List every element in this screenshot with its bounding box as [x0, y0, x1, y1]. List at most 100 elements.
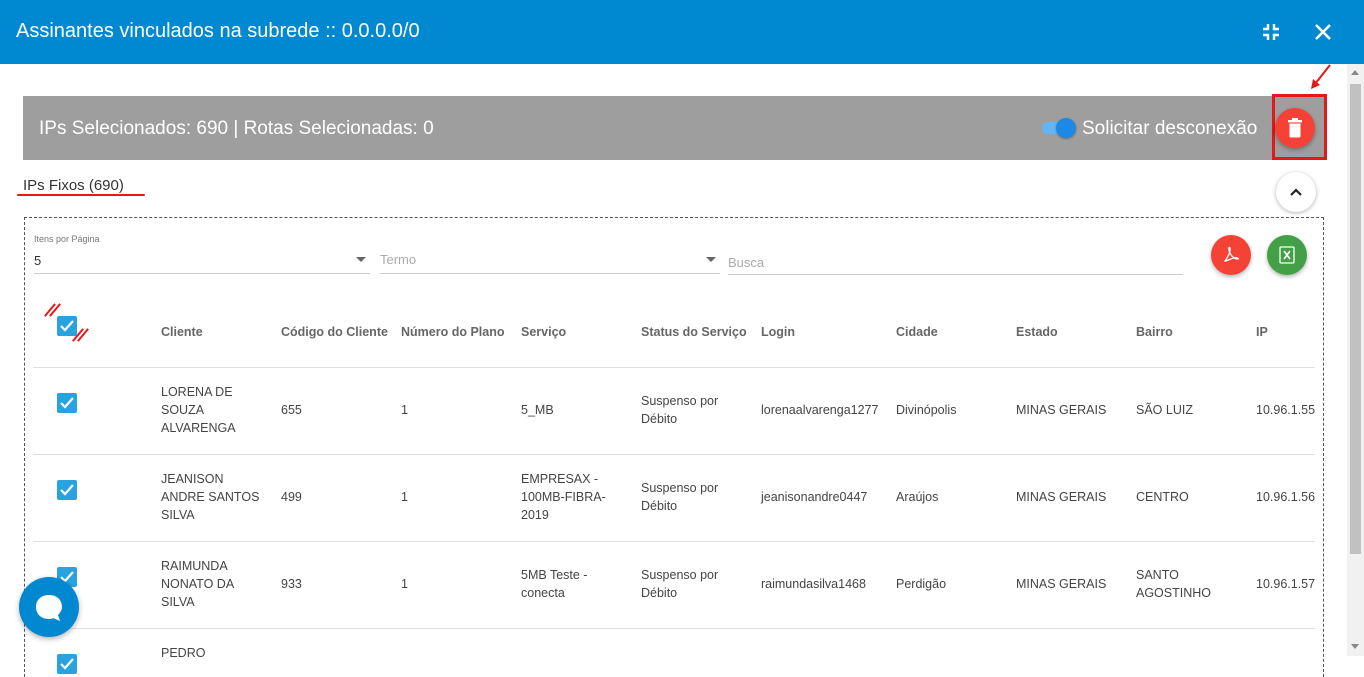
plan-number: 1: [401, 490, 408, 504]
column-header[interactable]: Estado: [1016, 325, 1058, 339]
client-name-line: ANDRE SANTOS: [161, 490, 260, 504]
selection-summary-text: IPs Selecionados: 690 | Rotas Selecionad…: [39, 118, 434, 139]
delete-button[interactable]: [1275, 108, 1315, 148]
scroll-down-icon[interactable]: [1351, 644, 1359, 649]
column-header[interactable]: Cidade: [896, 325, 938, 339]
plan-number: 1: [401, 577, 408, 591]
items-per-page-value: 5: [34, 253, 42, 268]
service-status: Suspenso por Débito: [641, 479, 718, 515]
login: jeanisonandre0447: [761, 490, 868, 504]
login: lorenaalvarenga1277: [761, 403, 879, 417]
items-per-page-select[interactable]: 5: [34, 248, 370, 274]
export-excel-button[interactable]: [1267, 235, 1307, 275]
service-status: Suspenso por Débito: [641, 392, 718, 428]
status-line: Débito: [641, 499, 678, 513]
check-icon: [60, 484, 74, 496]
close-icon: [1315, 24, 1331, 40]
row-checkbox[interactable]: [57, 480, 77, 500]
service-status: Suspenso por Débito: [641, 566, 718, 602]
service: 5_MB: [521, 403, 554, 417]
neighborhood: CENTRO: [1136, 490, 1189, 504]
column-header[interactable]: Número do Plano: [401, 325, 504, 339]
chat-button[interactable]: [19, 577, 79, 637]
dialog-header: Assinantes vinculados na subrede :: 0.0.…: [0, 0, 1364, 64]
disconnect-toggle[interactable]: [1040, 118, 1076, 138]
client-name: PEDRO: [161, 646, 206, 660]
excel-icon: [1279, 246, 1295, 264]
service-line: 100MB-FIBRA-: [521, 490, 606, 504]
status-line: Débito: [641, 586, 678, 600]
city: Perdigão: [896, 577, 947, 591]
minimize-icon: [1263, 24, 1279, 40]
city: Divinópolis: [896, 403, 957, 417]
ip-address: 10.96.1.56: [1256, 490, 1316, 504]
client-name: JEANISON ANDRE SANTOS SILVA: [161, 470, 259, 524]
ip-address: 10.96.1.57: [1256, 577, 1316, 591]
client-name-line: ALVARENGA: [161, 421, 236, 435]
collapse-button[interactable]: [1276, 172, 1316, 212]
client-code: 933: [281, 577, 302, 591]
column-header[interactable]: Bairro: [1136, 325, 1173, 339]
ip-address: 10.96.1.55: [1256, 403, 1316, 417]
minimize-button[interactable]: [1257, 18, 1285, 46]
client-name-line: SOUZA: [161, 403, 205, 417]
neighborhood-line: AGOSTINHO: [1136, 586, 1212, 600]
client-code: 655: [281, 403, 302, 417]
disconnect-toggle-label: Solicitar desconexão: [1082, 118, 1258, 139]
section-title[interactable]: IPs Fixos (690): [23, 177, 124, 194]
trash-icon: [1288, 118, 1302, 138]
column-header[interactable]: Cliente: [161, 325, 203, 339]
select-all-checkbox[interactable]: [57, 316, 77, 336]
service: 5MB Teste - conecta: [521, 566, 587, 602]
login: raimundasilva1468: [761, 577, 866, 591]
client-code: 499: [281, 490, 302, 504]
status-line: Débito: [641, 412, 678, 426]
city: Araújos: [896, 490, 939, 504]
toggle-knob: [1056, 118, 1076, 138]
chat-icon: [36, 595, 62, 621]
export-pdf-button[interactable]: [1211, 235, 1251, 275]
client-name-line: LORENA DE: [161, 385, 233, 399]
neighborhood: SANTO AGOSTINHO: [1136, 566, 1211, 602]
row-checkbox[interactable]: [57, 393, 77, 413]
annotation-underline: [17, 194, 145, 196]
column-header[interactable]: IP: [1256, 325, 1268, 339]
client-name: LORENA DE SOUZA ALVARENGA: [161, 383, 236, 437]
scroll-up-icon[interactable]: [1351, 70, 1359, 75]
state: MINAS GERAIS: [1016, 403, 1107, 417]
service-line: conecta: [521, 586, 565, 600]
row-divider: [33, 628, 1315, 629]
row-divider: [33, 541, 1315, 542]
column-header[interactable]: Login: [761, 325, 795, 339]
client-name-line: SILVA: [161, 508, 195, 522]
close-button[interactable]: [1309, 18, 1337, 46]
neighborhood: SÃO LUIZ: [1136, 403, 1193, 417]
row-checkbox[interactable]: [57, 654, 77, 674]
scrollbar[interactable]: [1347, 64, 1364, 656]
plan-number: 1: [401, 403, 408, 417]
check-icon: [60, 658, 74, 670]
term-placeholder: Termo: [380, 252, 417, 267]
column-header[interactable]: Serviço: [521, 325, 566, 339]
chevron-up-icon: [1290, 188, 1302, 196]
dialog-title: Assinantes vinculados na subrede :: 0.0.…: [16, 20, 420, 42]
status-line: Suspenso por: [641, 394, 719, 408]
items-per-page-label: Itens por Página: [34, 234, 100, 244]
term-select[interactable]: Termo: [380, 248, 720, 274]
pdf-icon: [1223, 246, 1240, 262]
state: MINAS GERAIS: [1016, 490, 1107, 504]
service-line: 5MB Teste -: [521, 568, 588, 582]
chevron-down-icon: [356, 257, 366, 262]
neighborhood-line: SANTO: [1136, 568, 1179, 582]
status-line: Suspenso por: [641, 481, 719, 495]
service: EMPRESAX - 100MB-FIBRA- 2019: [521, 470, 606, 524]
table-header: Cliente Código do Cliente Número do Plan…: [33, 298, 1315, 368]
column-header[interactable]: Status do Serviço: [641, 325, 747, 339]
search-input[interactable]: [728, 250, 1183, 275]
client-name: RAIMUNDA NONATO DA SILVA: [161, 557, 234, 611]
service-line: EMPRESAX -: [521, 472, 599, 486]
chevron-down-icon: [706, 257, 716, 262]
status-line: Suspenso por: [641, 568, 719, 582]
column-header[interactable]: Código do Cliente: [281, 325, 388, 339]
scrollbar-thumb[interactable]: [1350, 84, 1361, 554]
